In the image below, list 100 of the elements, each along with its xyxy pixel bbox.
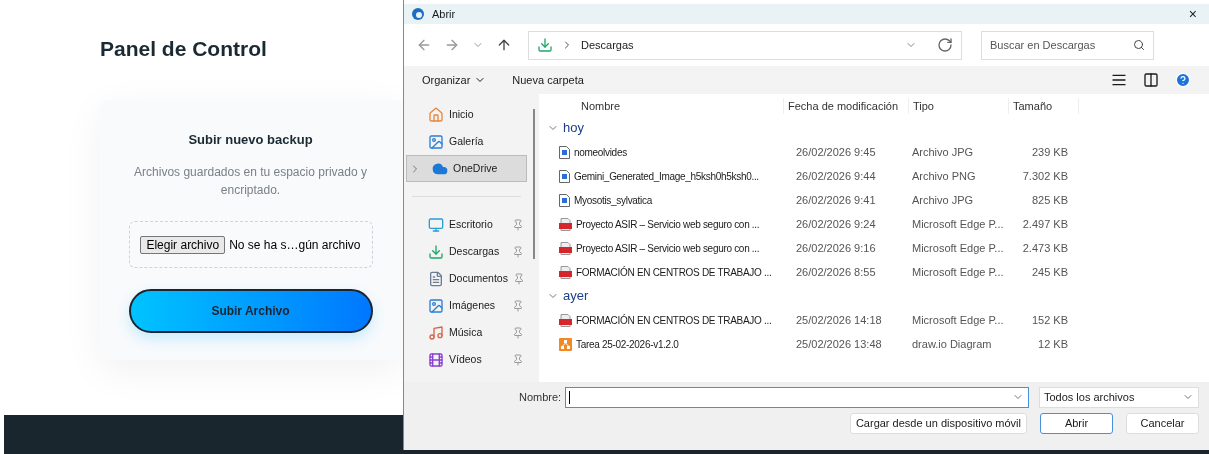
file-date: 25/02/2026 14:18 bbox=[796, 312, 883, 328]
nav-item[interactable]: Galería bbox=[406, 128, 527, 155]
file-name: nomeolvides bbox=[574, 145, 627, 160]
group-header[interactable]: hoy bbox=[547, 116, 1209, 140]
pdf-file-icon bbox=[559, 217, 572, 231]
pin-icon bbox=[512, 326, 524, 339]
file-type: Microsoft Edge P... bbox=[912, 240, 1005, 256]
refresh-icon[interactable] bbox=[937, 37, 953, 53]
file-row[interactable]: Proyecto ASIR – Servicio web seguro con ... 26/02/2026 9:16 Microsoft Edge P... 2.473 KB bbox=[547, 236, 1209, 260]
nav-item[interactable]: Escritorio bbox=[406, 211, 527, 238]
pin-icon bbox=[512, 245, 524, 258]
pin-icon bbox=[512, 272, 525, 285]
file-row[interactable]: Gemini_Generated_Image_h5ksh0h5ksh0... 26/02/2026 9:44 Archivo PNG 7.302 KB bbox=[547, 164, 1209, 188]
download-icon bbox=[428, 243, 444, 260]
preview-pane-icon[interactable] bbox=[1143, 72, 1159, 88]
file-date: 26/02/2026 9:24 bbox=[796, 216, 877, 232]
file-name: FORMACIÓN EN CENTROS DE TRABAJO ... bbox=[576, 313, 772, 328]
nav-item[interactable]: Música bbox=[406, 319, 527, 346]
file-type: Microsoft Edge P... bbox=[912, 312, 1005, 328]
file-size: 825 KB bbox=[1030, 192, 1068, 208]
file-type: Microsoft Edge P... bbox=[912, 264, 1005, 280]
dialog-button[interactable]: Cancelar bbox=[1126, 413, 1199, 434]
pictures-icon bbox=[428, 297, 444, 314]
file-size: 12 KB bbox=[1037, 336, 1068, 352]
window-title: Abrir bbox=[432, 6, 456, 22]
download-icon bbox=[537, 37, 553, 53]
file-size: 2.497 KB bbox=[1021, 216, 1068, 232]
nav-item[interactable]: Vídeos bbox=[406, 346, 527, 373]
file-name: FORMACIÓN EN CENTROS DE TRABAJO ... bbox=[576, 265, 772, 280]
nav-item[interactable]: OneDrive bbox=[406, 155, 527, 182]
page-title: Panel de Control bbox=[100, 36, 267, 62]
file-name: Gemini_Generated_Image_h5ksh0h5ksh0... bbox=[574, 169, 759, 184]
file-name: Myosotis_sylvatica bbox=[574, 193, 652, 208]
name-label: Nombre: bbox=[519, 389, 563, 405]
file-date: 26/02/2026 9:41 bbox=[796, 192, 877, 208]
breadcrumb-location[interactable]: Descargas bbox=[581, 36, 634, 54]
close-button[interactable]: × bbox=[1184, 7, 1201, 21]
column-header[interactable]: Tipo bbox=[909, 97, 1009, 114]
image-file-icon bbox=[559, 145, 570, 159]
app-icon bbox=[412, 8, 424, 20]
column-header[interactable]: Nombre bbox=[577, 97, 784, 114]
new-folder-button[interactable]: Nueva carpeta bbox=[512, 71, 584, 89]
nav-item[interactable]: Documentos bbox=[406, 265, 527, 292]
file-size: 2.473 KB bbox=[1021, 240, 1068, 256]
column-header[interactable]: Fecha de modificación bbox=[784, 97, 909, 114]
file-type: Archivo JPG bbox=[912, 192, 975, 208]
upload-button[interactable]: Subir Archivo bbox=[128, 289, 373, 333]
up-icon[interactable] bbox=[496, 37, 512, 53]
organize-menu[interactable]: Organizar bbox=[422, 71, 487, 89]
file-size: 245 KB bbox=[1030, 264, 1068, 280]
dialog-button[interactable]: Cargar desde un dispositivo móvil bbox=[849, 413, 1027, 434]
back-icon[interactable] bbox=[416, 37, 432, 53]
music-icon bbox=[428, 324, 444, 341]
search-field[interactable]: Buscar en Descargas bbox=[981, 30, 1154, 60]
nav-item[interactable]: Imágenes bbox=[406, 292, 527, 319]
file-status: No se ha s…gún archivo bbox=[229, 236, 361, 254]
search-icon bbox=[1133, 39, 1145, 51]
help-icon[interactable] bbox=[1175, 72, 1191, 88]
file-name-field[interactable] bbox=[564, 386, 1029, 408]
file-row[interactable]: Myosotis_sylvatica 26/02/2026 9:41 Archivo JPG 825 KB bbox=[547, 188, 1209, 212]
dialog-button[interactable]: Abrir bbox=[1040, 413, 1113, 434]
column-header[interactable]: Tamaño bbox=[1009, 97, 1079, 114]
file-row[interactable]: Proyecto ASIR – Servicio web seguro con ... 26/02/2026 9:24 Microsoft Edge P... 2.497 KB bbox=[547, 212, 1209, 236]
card-heading: Subir nuevo backup bbox=[188, 130, 313, 149]
file-row[interactable]: Tarea 25-02-2026-v1.2.0 25/02/2026 13:48 draw.io Diagram 12 KB bbox=[547, 332, 1209, 356]
desktop-icon bbox=[428, 216, 444, 233]
gallery-icon bbox=[428, 133, 444, 150]
file-size: 152 KB bbox=[1030, 312, 1068, 328]
file-date: 26/02/2026 9:45 bbox=[796, 144, 877, 160]
file-name: Proyecto ASIR – Servicio web seguro con ... bbox=[576, 241, 760, 256]
address-bar[interactable]: Descargas bbox=[528, 30, 962, 60]
diagram-file-icon bbox=[559, 337, 572, 351]
file-type: Archivo PNG bbox=[912, 168, 977, 184]
document-icon bbox=[428, 270, 444, 287]
file-type: draw.io Diagram bbox=[912, 336, 993, 352]
card-description: Archivos guardados en tu espacio privado y encriptado. bbox=[133, 164, 368, 199]
view-menu-icon[interactable] bbox=[1111, 72, 1127, 88]
file-type-select[interactable]: Todos los archivos bbox=[1038, 386, 1199, 408]
pin-icon bbox=[512, 299, 524, 312]
choose-file-button[interactable]: Elegir archivo bbox=[140, 235, 226, 254]
file-drop-zone[interactable]: Elegir archivo No se ha s…gún archivo bbox=[128, 221, 373, 268]
file-row[interactable]: FORMACIÓN EN CENTROS DE TRABAJO ... 26/02/2026 8:55 Microsoft Edge P... 245 KB bbox=[547, 260, 1209, 284]
file-type: Archivo JPG bbox=[912, 144, 975, 160]
file-name: Proyecto ASIR – Servicio web seguro con ... bbox=[576, 217, 760, 232]
file-date: 25/02/2026 13:48 bbox=[796, 336, 883, 352]
file-date: 26/02/2026 9:44 bbox=[796, 168, 877, 184]
pdf-file-icon bbox=[559, 265, 572, 279]
image-file-icon bbox=[559, 169, 570, 183]
group-header[interactable]: ayer bbox=[547, 284, 1209, 308]
file-row[interactable]: nomeolvides 26/02/2026 9:45 Archivo JPG 239 KB bbox=[547, 140, 1209, 164]
pin-icon bbox=[512, 353, 524, 366]
forward-icon[interactable] bbox=[444, 37, 460, 53]
file-row[interactable]: FORMACIÓN EN CENTROS DE TRABAJO ... 25/02/2026 14:18 Microsoft Edge P... 152 KB bbox=[547, 308, 1209, 332]
pdf-file-icon bbox=[559, 313, 572, 327]
nav-item[interactable]: Inicio bbox=[406, 101, 527, 128]
file-type: Microsoft Edge P... bbox=[912, 216, 1005, 232]
file-date: 26/02/2026 8:55 bbox=[796, 264, 877, 280]
pdf-file-icon bbox=[559, 241, 572, 255]
image-file-icon bbox=[559, 193, 570, 207]
nav-item[interactable]: Descargas bbox=[406, 238, 527, 265]
